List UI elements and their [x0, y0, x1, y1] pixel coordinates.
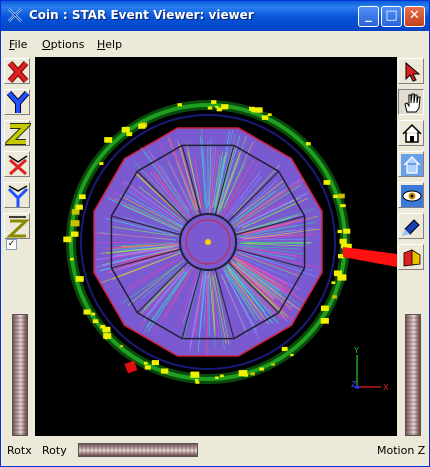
flashlight-icon	[402, 219, 420, 236]
view-y-axis-reverse-button[interactable]	[4, 182, 30, 208]
maximize-button[interactable]: □	[381, 6, 402, 27]
select-mode-button[interactable]	[398, 58, 424, 84]
set-home-icon	[401, 154, 423, 176]
home-icon	[402, 123, 422, 143]
seek-button[interactable]	[398, 213, 424, 239]
hand-icon	[404, 93, 421, 113]
left-thumbwheel[interactable]	[12, 314, 28, 436]
detector-render: Y X Z	[63, 100, 397, 392]
view-z-axis-button[interactable]	[4, 120, 31, 146]
close-button[interactable]: ✕	[404, 6, 425, 27]
roty-thumbwheel[interactable]	[78, 443, 198, 457]
maximize-icon: □	[385, 8, 398, 23]
z-axis-reverse-icon	[6, 216, 30, 238]
title-bar[interactable]: Coin : STAR Event Viewer: viewer _ □ ✕	[1, 1, 429, 31]
x-axis-icon	[7, 61, 29, 83]
rotx-label: Rotx	[7, 444, 32, 457]
window-title: Coin : STAR Event Viewer: viewer	[29, 8, 254, 22]
minimize-icon: _	[365, 8, 372, 23]
view-z-axis-reverse-button[interactable]	[4, 213, 30, 239]
application-window: Coin : STAR Event Viewer: viewer _ □ ✕ F…	[0, 0, 430, 467]
view-all-button[interactable]	[398, 182, 424, 208]
vertex	[205, 239, 211, 245]
x-axis-reverse-icon	[8, 155, 28, 176]
y-axis-icon	[6, 90, 30, 113]
menu-bar: File Options Help	[1, 32, 429, 54]
beam-marker	[343, 247, 397, 267]
home-button[interactable]	[398, 120, 424, 146]
axis-triad: Y X Z	[351, 346, 389, 392]
minimize-button[interactable]: _	[358, 6, 379, 27]
projection-button[interactable]	[398, 244, 424, 270]
coin-app-icon	[8, 8, 22, 22]
close-icon: ✕	[409, 8, 420, 23]
axis-z-label: Z	[351, 380, 357, 389]
menu-help[interactable]: Help	[97, 38, 122, 51]
roty-label: Roty	[42, 444, 67, 457]
motion-z-label: Motion Z	[377, 444, 426, 457]
view-mode-button[interactable]	[398, 89, 424, 115]
view-x-axis-button[interactable]	[4, 58, 30, 84]
z-axis-icon	[5, 123, 31, 145]
left-checkbox[interactable]: ✓	[6, 239, 17, 250]
axis-y-label: Y	[353, 346, 359, 355]
set-home-button[interactable]	[398, 151, 424, 177]
perspective-cube-icon	[403, 249, 421, 267]
axis-x-label: X	[383, 383, 389, 392]
right-thumbwheel[interactable]	[405, 314, 421, 436]
event-viewer-canvas[interactable]: Y X Z	[35, 57, 397, 436]
arrow-pointer-icon	[405, 61, 421, 82]
menu-file[interactable]: File	[9, 38, 27, 51]
view-y-axis-button[interactable]	[4, 89, 30, 115]
view-x-axis-reverse-button[interactable]	[4, 151, 30, 177]
menu-options[interactable]: Options	[42, 38, 84, 51]
y-axis-reverse-icon	[7, 185, 29, 207]
eye-icon	[401, 185, 423, 207]
